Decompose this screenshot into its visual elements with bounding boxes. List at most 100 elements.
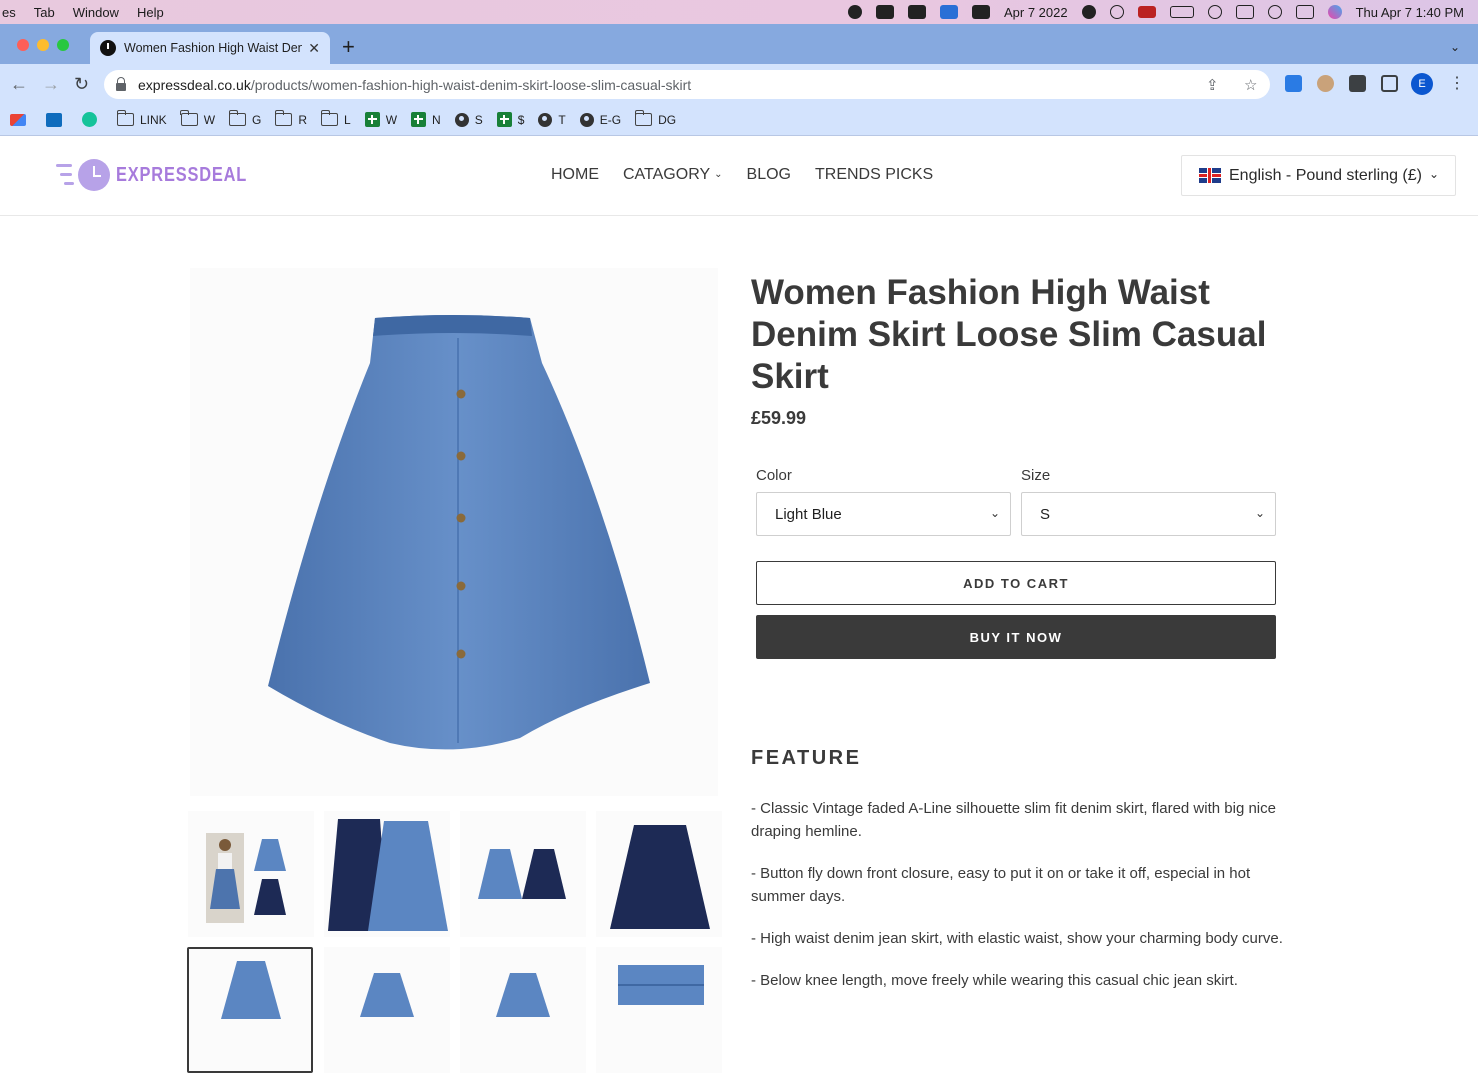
bookmark-folder[interactable]: L (320, 110, 351, 127)
feature-heading: FEATURE (751, 747, 862, 769)
bookmark-site[interactable]: S (454, 112, 483, 127)
folder-icon (180, 110, 198, 126)
browser-tab-strip: Women Fashion High Waist Denim Skirt Loo… (0, 24, 1478, 64)
siri-icon[interactable] (1327, 5, 1342, 19)
close-window-button[interactable] (17, 39, 29, 51)
owl-extension-icon[interactable] (1317, 75, 1334, 92)
bookmark-folder[interactable]: DG (634, 110, 676, 127)
extensions-puzzle-icon[interactable] (1349, 75, 1366, 92)
browser-toolbar: ← → ↻ expressdeal.co.uk/products/women-f… (0, 64, 1478, 104)
checkmark-app-icon[interactable] (971, 5, 990, 19)
two-skirts-thumbnail-image (478, 849, 566, 899)
feature-item: - Classic Vintage faded A-Line silhouett… (751, 800, 1276, 840)
menubar-clock[interactable]: Thu Apr 7 1:40 PM (1356, 5, 1464, 20)
bookmark-sheet[interactable]: N (411, 112, 441, 127)
product-thumbnail[interactable] (188, 811, 314, 937)
product-thumbnail[interactable] (596, 947, 722, 1073)
side-panel-icon[interactable] (1381, 75, 1398, 92)
bookmark-grammarly[interactable] (82, 112, 103, 127)
sheets-icon (496, 112, 512, 127)
close-tab-icon[interactable]: ✕ (308, 40, 320, 57)
menu-item[interactable]: es (2, 5, 16, 20)
keyboard-icon[interactable] (1235, 5, 1254, 19)
site-logo[interactable]: EXPRESSDEAL (56, 158, 276, 192)
profile-avatar[interactable]: E (1411, 73, 1433, 95)
reload-button[interactable]: ↻ (74, 74, 89, 94)
bookmark-folder[interactable]: R (274, 110, 307, 127)
nav-trends-picks[interactable]: TRENDS PICKS (815, 166, 933, 184)
product-price: £59.99 (751, 408, 807, 428)
download-extension-icon[interactable] (1285, 75, 1302, 92)
bookmark-star-icon[interactable]: ☆ (1244, 76, 1257, 94)
date-widget[interactable]: Apr 7 2022 (1004, 5, 1068, 20)
share-icon[interactable]: ⇪ (1206, 76, 1219, 94)
bookmark-sheet[interactable]: W (364, 112, 397, 127)
maximize-window-button[interactable] (57, 39, 69, 51)
macos-menubar: es Tab Window Help Apr 7 2022 Thu Apr 7 … (0, 0, 1478, 24)
back-button[interactable]: ← (10, 74, 28, 94)
nav-home[interactable]: HOME (551, 166, 599, 184)
us-flag-input-icon[interactable] (1137, 6, 1156, 18)
bookmark-outlook[interactable] (46, 112, 68, 127)
menu-item[interactable]: Window (73, 5, 119, 20)
denim-skirt-image (268, 315, 650, 750)
product-thumbnail[interactable] (324, 811, 450, 937)
folder-icon (228, 110, 247, 126)
product-thumbnail[interactable] (460, 947, 586, 1073)
locale-label: English - Pound sterling (£) (1229, 166, 1422, 184)
browser-tab-active[interactable]: Women Fashion High Waist Denim Skirt Loo… (90, 32, 330, 64)
color-select[interactable]: Light Blue ⌄ (756, 492, 1011, 536)
bookmark-folder[interactable]: W (180, 110, 215, 127)
wechat-icon[interactable] (907, 5, 926, 19)
time-machine-icon[interactable] (1109, 5, 1124, 19)
menu-item[interactable]: Tab (34, 5, 55, 20)
folder-icon (320, 110, 339, 126)
add-to-cart-button[interactable]: ADD TO CART (756, 561, 1276, 605)
line-app-icon[interactable] (875, 5, 894, 19)
grammarly-icon (82, 112, 97, 127)
menu-item[interactable]: Help (137, 5, 164, 20)
control-center-icon[interactable] (1295, 5, 1314, 19)
address-bar[interactable]: expressdeal.co.uk/products/women-fashion… (104, 70, 1270, 99)
locale-currency-selector[interactable]: English - Pound sterling (£) ⌄ (1181, 155, 1456, 196)
fabric-closeup-thumbnail-image (618, 965, 704, 1005)
bookmark-gmail[interactable] (10, 113, 32, 126)
product-main-image[interactable] (190, 268, 718, 796)
nav-catagory[interactable]: CATAGORY ⌄ (623, 166, 723, 184)
browser-menu-icon[interactable]: ⋮ (1449, 74, 1465, 94)
product-title: Women Fashion High Waist Denim Skirt Loo… (751, 273, 1267, 396)
new-tab-button[interactable]: + (342, 36, 355, 58)
bookmark-sheet[interactable]: $ (496, 112, 524, 127)
size-select[interactable]: S ⌄ (1021, 492, 1276, 536)
product-thumbnail[interactable] (324, 947, 450, 1073)
teamviewer-icon[interactable] (939, 5, 958, 19)
nav-blog[interactable]: BLOG (747, 166, 791, 184)
forward-button[interactable]: → (42, 74, 60, 94)
tab-search-chevron-icon[interactable]: ⌄ (1450, 40, 1460, 54)
vpn-icon[interactable] (1081, 5, 1096, 19)
bookmark-folder[interactable]: G (228, 110, 261, 127)
search-icon[interactable] (1267, 5, 1282, 19)
notification-bell-icon[interactable] (847, 5, 862, 19)
chevron-down-icon: ⌄ (989, 506, 1000, 520)
lock-icon[interactable] (116, 76, 126, 91)
bookmark-folder[interactable]: LINK (116, 110, 167, 127)
site-header: EXPRESSDEAL HOME CATAGORY ⌄ BLOG TRENDS P… (0, 136, 1478, 216)
feature-item: - Button fly down front closure, easy to… (751, 865, 1251, 905)
folder-icon (634, 110, 653, 126)
product-thumbnail[interactable] (460, 811, 586, 937)
sheets-icon (411, 112, 427, 127)
bookmark-site[interactable]: T (538, 112, 566, 127)
minimize-window-button[interactable] (37, 39, 49, 51)
bookmark-site[interactable]: E-G (579, 112, 621, 127)
link-icon[interactable] (1207, 5, 1222, 19)
model-and-skirts-thumbnail-image (206, 833, 286, 923)
clock-favicon-icon (100, 40, 116, 56)
buy-it-now-button[interactable]: BUY IT NOW (756, 615, 1276, 659)
skirt-detail-thumbnail-image (360, 973, 414, 1017)
product-thumbnail-selected[interactable] (187, 947, 313, 1073)
folder-icon (274, 110, 293, 126)
feature-item: - High waist denim jean skirt, with elas… (751, 930, 1283, 947)
battery-icon[interactable] (1169, 6, 1194, 18)
product-thumbnail[interactable] (596, 811, 722, 937)
